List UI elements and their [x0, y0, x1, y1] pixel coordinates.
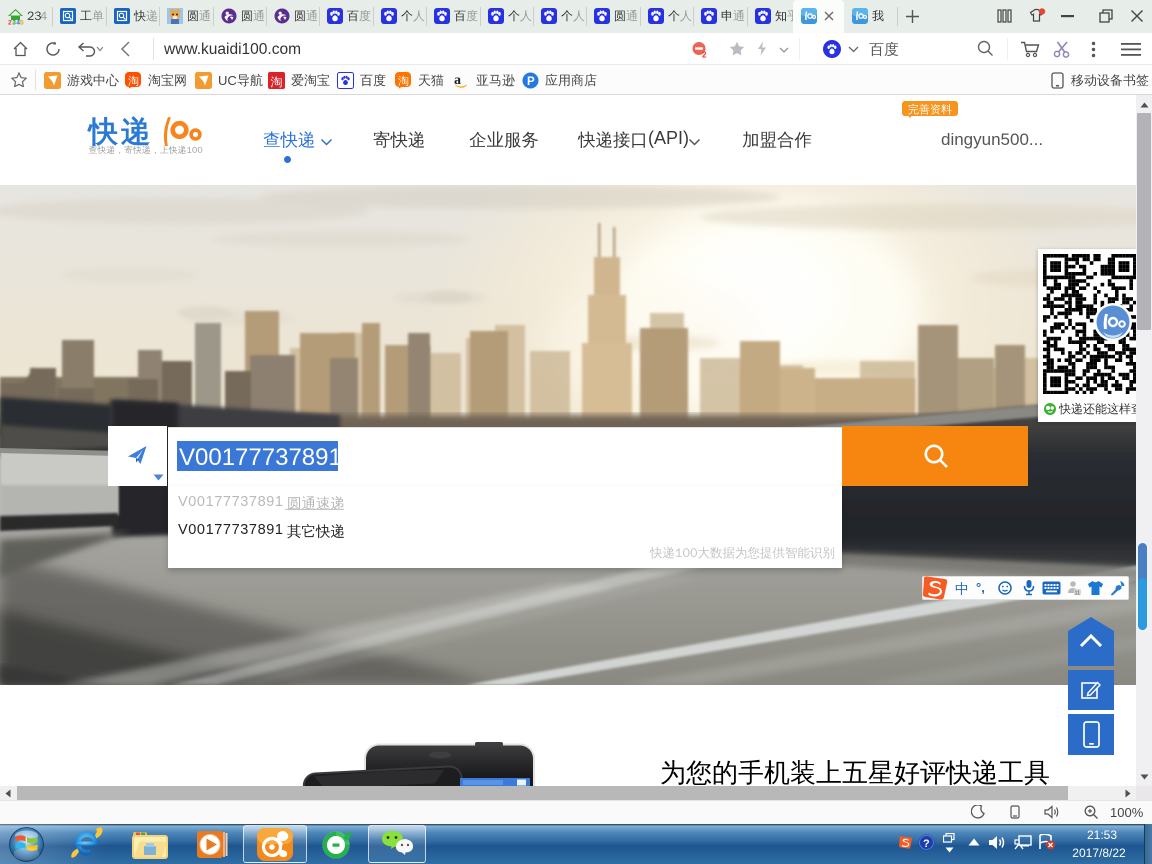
svg-text:5: 5: [20, 20, 24, 26]
svg-text:?: ?: [923, 838, 930, 850]
svg-text:P: P: [527, 76, 535, 88]
svg-text:2: 2: [702, 51, 707, 59]
svg-text:11: 11: [1075, 590, 1081, 596]
svg-text:a: a: [454, 73, 461, 88]
